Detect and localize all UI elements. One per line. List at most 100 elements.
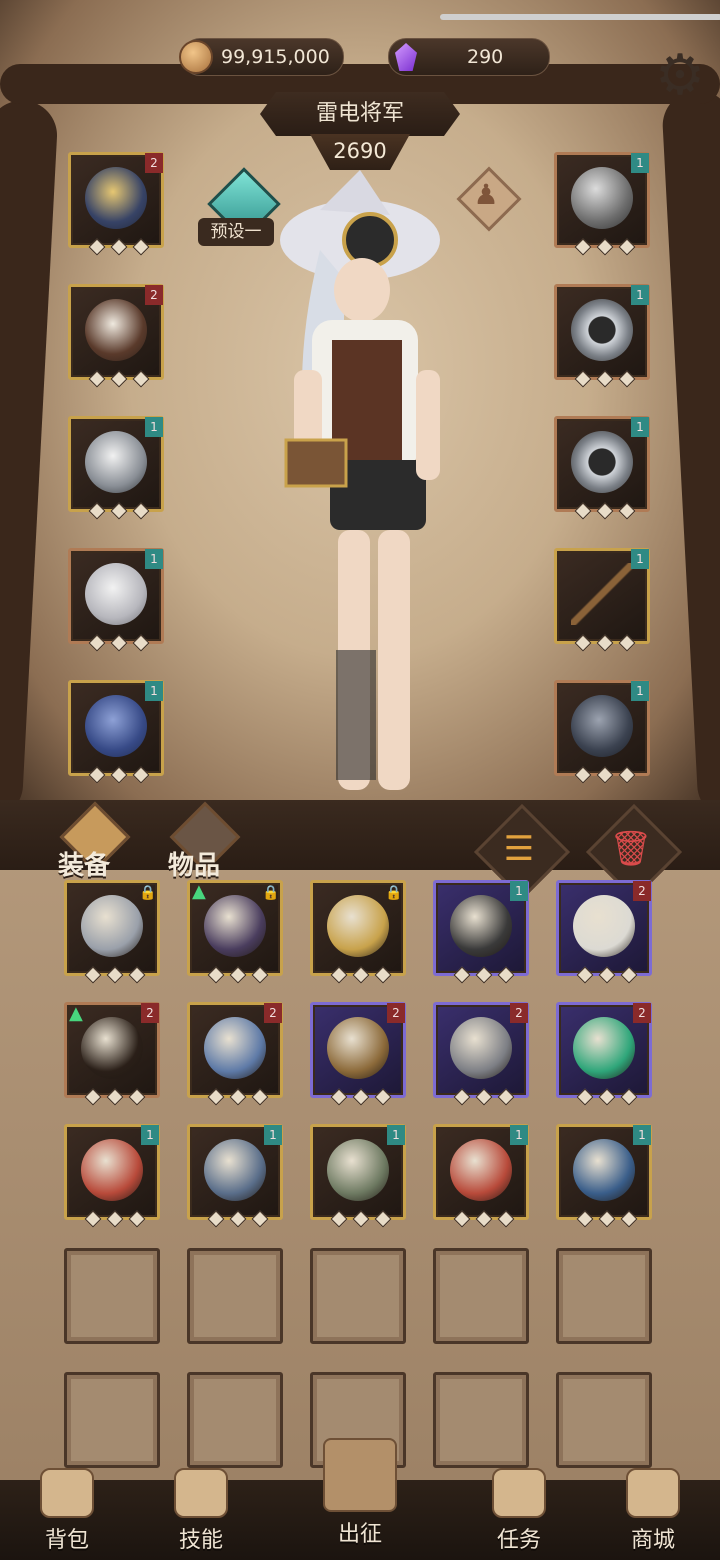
- star-dots: [207, 966, 269, 984]
- equip-slot-head[interactable]: 2: [68, 152, 164, 256]
- star-book-icon: [573, 1139, 635, 1201]
- star-dots: [574, 370, 636, 388]
- gem-counter: 290: [388, 38, 550, 76]
- inventory-slot-star-book[interactable]: 1: [556, 1124, 652, 1228]
- inventory-slot-empty[interactable]: [556, 1248, 652, 1344]
- equip-slot-ring-1[interactable]: 1: [554, 284, 650, 388]
- star-dots: [330, 1210, 392, 1228]
- level-badge: 1: [264, 1125, 282, 1145]
- ring-icon: [571, 431, 633, 493]
- nav-bag[interactable]: 背包: [12, 1468, 122, 1553]
- empty-frame-icon: [81, 1017, 143, 1079]
- inventory-slot-broken-ring[interactable]: 2: [433, 1002, 529, 1106]
- level-badge: 2: [387, 1003, 405, 1023]
- inventory-slot-empty-frame[interactable]: 2 ▲: [64, 1002, 160, 1106]
- inventory-slot-chain-armor[interactable]: 🔒: [64, 880, 160, 984]
- equip-slot-ring-2[interactable]: 1: [554, 416, 650, 520]
- inventory-slot-orb-staff[interactable]: 2: [187, 1002, 283, 1106]
- owl-ring-icon: [327, 1017, 389, 1079]
- gem-icon: [395, 43, 417, 71]
- skill-book-icon: [174, 1468, 228, 1518]
- inventory-slot-tome[interactable]: 1: [433, 1124, 529, 1228]
- inventory-slot-empty[interactable]: [187, 1248, 283, 1344]
- inventory-slot-empty[interactable]: [64, 1372, 160, 1468]
- staff-icon: [571, 563, 633, 625]
- star-dots: [88, 502, 150, 520]
- inventory-slot-pendant[interactable]: 2: [556, 1002, 652, 1106]
- inventory-slot-empty[interactable]: [556, 1372, 652, 1468]
- level-badge: 2: [264, 1003, 282, 1023]
- inventory-slot-spellbook[interactable]: 🔒: [310, 880, 406, 984]
- inventory-slot-empty[interactable]: [433, 1248, 529, 1344]
- level-badge: 1: [141, 1125, 159, 1145]
- star-dots: [88, 370, 150, 388]
- helm-icon: [571, 167, 633, 229]
- equip-slot-legs[interactable]: 1: [68, 548, 164, 652]
- level-badge: 1: [631, 153, 649, 173]
- settings-gear-icon[interactable]: ⚙: [652, 48, 708, 104]
- nav-skills[interactable]: 技能: [146, 1468, 256, 1553]
- ring-icon: [571, 299, 633, 361]
- chain-orb-icon: [204, 895, 266, 957]
- bag-icon: [40, 1468, 94, 1518]
- inventory-slot-empty[interactable]: [64, 1248, 160, 1344]
- level-badge: 1: [387, 1125, 405, 1145]
- status-bar-handle: [440, 14, 720, 20]
- star-dots: [453, 1210, 515, 1228]
- equip-slot-accessory[interactable]: 1: [554, 680, 650, 784]
- equip-slot-helm[interactable]: 1: [554, 152, 650, 256]
- level-badge: 1: [510, 1125, 528, 1145]
- inventory-slot-shadow-armor[interactable]: 1: [187, 1124, 283, 1228]
- inventory-slot-empty[interactable]: [433, 1372, 529, 1468]
- level-badge: 1: [145, 417, 163, 437]
- star-dots: [88, 766, 150, 784]
- inventory-slot-empty[interactable]: [187, 1372, 283, 1468]
- hood-icon: [85, 167, 147, 229]
- equip-slot-body[interactable]: 2: [68, 284, 164, 388]
- spellbook-icon: [327, 895, 389, 957]
- inventory-slot-chain-orb[interactable]: 🔒 ▲: [187, 880, 283, 984]
- inventory-slot-ghost-cloak[interactable]: 1: [310, 1124, 406, 1228]
- level-badge: 2: [141, 1003, 159, 1023]
- equip-slot-weapon[interactable]: 1: [554, 548, 650, 652]
- level-badge: 1: [631, 417, 649, 437]
- star-dots: [576, 1088, 638, 1106]
- equip-slot-feet[interactable]: 1: [68, 680, 164, 784]
- pants-icon: [85, 563, 147, 625]
- trash-icon: 🗑: [609, 829, 653, 869]
- inventory-slot-claw-glove[interactable]: 1: [433, 880, 529, 984]
- nav-expedition[interactable]: 出征: [305, 1438, 415, 1548]
- star-dots: [84, 966, 146, 984]
- lock-icon: 🔒: [262, 885, 280, 901]
- level-badge: 1: [145, 681, 163, 701]
- inventory-slot-tome[interactable]: 1: [64, 1124, 160, 1228]
- equip-slot-hands[interactable]: 1: [68, 416, 164, 520]
- scroll-icon: [492, 1468, 546, 1518]
- star-dots: [574, 502, 636, 520]
- nav-quests-label: 任务: [496, 1528, 541, 1553]
- orb-staff-icon: [204, 1017, 266, 1079]
- star-dots: [330, 966, 392, 984]
- level-badge: 1: [631, 285, 649, 305]
- sort-icon: ☰: [503, 829, 535, 869]
- star-dots: [576, 1210, 638, 1228]
- nav-expedition-label: 出征: [337, 1522, 382, 1547]
- nav-shop[interactable]: 商城: [598, 1468, 708, 1553]
- level-badge: 2: [510, 1003, 528, 1023]
- nav-shop-label: 商城: [630, 1528, 675, 1553]
- star-dots: [576, 966, 638, 984]
- level-badge: 2: [145, 153, 163, 173]
- star-dots: [330, 1088, 392, 1106]
- level-badge: 1: [145, 549, 163, 569]
- lock-icon: 🔒: [139, 885, 157, 901]
- inventory-slot-boots[interactable]: 2: [556, 880, 652, 984]
- hero-character-image: [280, 170, 440, 790]
- person-icon: ♟: [473, 178, 499, 211]
- coin-icon: [179, 40, 213, 74]
- inventory-slot-owl-ring[interactable]: 2: [310, 1002, 406, 1106]
- inventory-slot-empty[interactable]: [310, 1248, 406, 1344]
- upgrade-arrow-icon: ▲: [69, 1003, 83, 1024]
- nav-quests[interactable]: 任务: [464, 1468, 574, 1553]
- vest-icon: [85, 299, 147, 361]
- tome-icon: [81, 1139, 143, 1201]
